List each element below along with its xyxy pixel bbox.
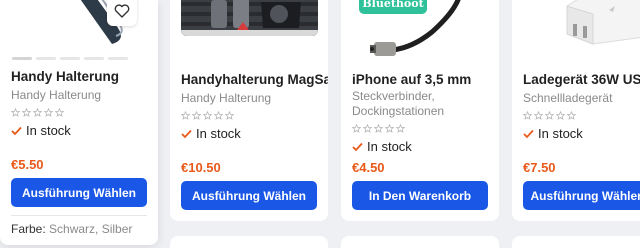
check-icon — [11, 126, 22, 135]
check-icon — [181, 129, 192, 138]
star-icon — [523, 111, 532, 120]
product-title[interactable]: Handy Halterung — [11, 69, 119, 84]
product-price: €10.50 — [181, 160, 221, 175]
stock-label: In stock — [538, 126, 583, 141]
check-icon — [352, 142, 363, 151]
product-category: Handy Halterung — [11, 88, 102, 102]
rating-stars — [181, 111, 234, 120]
star-icon — [214, 111, 223, 120]
star-icon — [44, 108, 53, 117]
carousel-dot[interactable] — [60, 57, 80, 60]
stock-label: In stock — [367, 139, 412, 154]
rating-stars — [523, 111, 576, 120]
product-card[interactable]: Handyhalterung MagSafe Handy Halterung I… — [170, 0, 328, 221]
product-price: €7.50 — [523, 160, 556, 175]
product-card-next-row[interactable] — [341, 236, 499, 248]
select-variant-button[interactable]: Ausführung Wählen — [11, 178, 147, 207]
product-category: Steckverbinder, Dockingstationen — [352, 89, 445, 118]
heart-icon — [114, 4, 130, 18]
star-icon — [203, 111, 212, 120]
product-price: €4.50 — [352, 160, 385, 175]
product-card[interactable]: Handy Halterung Handy Halterung In stock… — [0, 0, 158, 245]
rating-stars — [352, 124, 405, 133]
check-icon — [523, 129, 534, 138]
color-options: Farbe: Schwarz, Silber — [11, 222, 132, 236]
product-card[interactable]: Ladegerät 36W USB Dual Schnellladegerät … — [512, 0, 640, 221]
star-icon — [33, 108, 42, 117]
star-icon — [11, 108, 20, 117]
carousel-dot[interactable] — [84, 57, 104, 60]
product-card-next-row[interactable] — [170, 236, 328, 248]
car-vent-image — [181, 0, 318, 36]
product-card-next-row[interactable] — [512, 236, 640, 248]
star-icon — [545, 111, 554, 120]
stock-status: In stock — [523, 126, 583, 141]
wishlist-button[interactable] — [107, 0, 137, 26]
star-icon — [181, 111, 190, 120]
product-price: €5.50 — [11, 157, 44, 172]
carousel-dot[interactable] — [36, 57, 56, 60]
stock-status: In stock — [352, 139, 412, 154]
product-image[interactable] — [523, 0, 640, 52]
star-icon — [352, 124, 361, 133]
star-icon — [225, 111, 234, 120]
color-label: Farbe: — [11, 222, 46, 236]
star-icon — [192, 111, 201, 120]
stock-label: In stock — [196, 126, 241, 141]
carousel-dot[interactable] — [12, 57, 32, 60]
star-icon — [363, 124, 372, 133]
select-variant-button[interactable]: Ausführung Wählen — [523, 181, 640, 210]
star-icon — [22, 108, 31, 117]
star-icon — [385, 124, 394, 133]
add-to-cart-button[interactable]: In Den Warenkorb — [352, 181, 488, 210]
product-badge: Bluethoot — [359, 0, 427, 14]
select-variant-button[interactable]: Ausführung Wählen — [181, 181, 317, 210]
star-icon — [567, 111, 576, 120]
product-card[interactable]: Bluethoot iPhone auf 3,5 mm Steckverbind… — [341, 0, 499, 221]
star-icon — [556, 111, 565, 120]
stock-status: In stock — [181, 126, 241, 141]
star-icon — [534, 111, 543, 120]
product-title[interactable]: Ladegerät 36W USB Dual — [523, 72, 640, 87]
product-category: Schnellladegerät — [523, 91, 613, 105]
star-icon — [374, 124, 383, 133]
star-icon — [396, 124, 405, 133]
star-icon — [55, 108, 64, 117]
stock-status: In stock — [11, 123, 71, 138]
product-title[interactable]: iPhone auf 3,5 mm — [352, 72, 471, 87]
product-title[interactable]: Handyhalterung MagSafe — [181, 72, 328, 87]
product-image[interactable] — [181, 0, 318, 36]
product-category: Handy Halterung — [181, 91, 272, 105]
carousel-dot[interactable] — [108, 57, 128, 60]
color-values: Schwarz, Silber — [45, 222, 133, 236]
charger-image — [566, 0, 640, 45]
divider — [11, 215, 147, 216]
image-carousel-dots — [12, 57, 128, 60]
stock-label: In stock — [26, 123, 71, 138]
rating-stars — [11, 108, 64, 117]
